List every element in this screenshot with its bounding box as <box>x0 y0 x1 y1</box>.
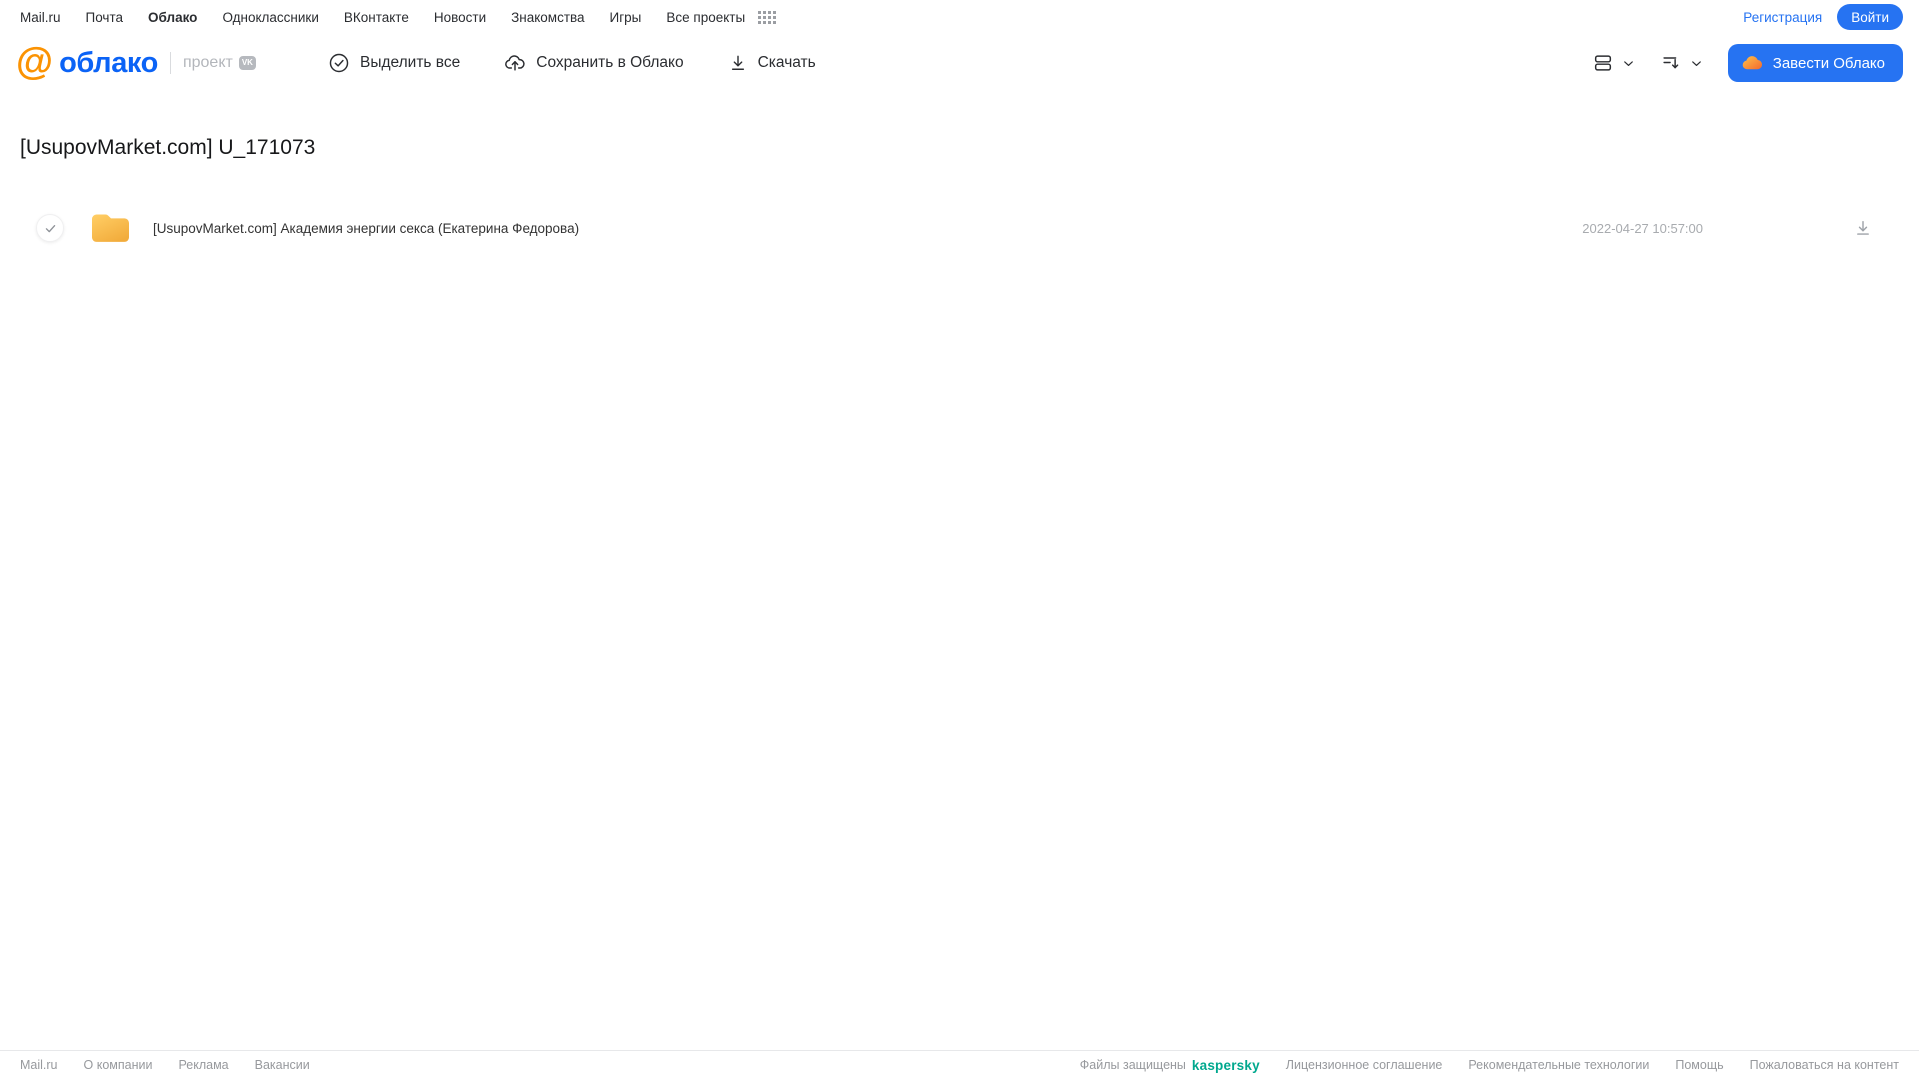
file-row[interactable]: [UsupovMarket.com] Академия энергии секс… <box>20 204 1899 252</box>
folder-icon <box>90 211 131 245</box>
all-projects-grid-icon[interactable] <box>758 10 777 24</box>
registration-link[interactable]: Регистрация <box>1743 10 1822 25</box>
footer-link-o-kompanii[interactable]: О компании <box>84 1058 153 1072</box>
header-bar: @ облако проект VK Выделить все Сохранит… <box>0 34 1919 92</box>
project-vk-label: проект VK <box>169 52 256 74</box>
header-right-controls: Завести Облако <box>1592 44 1903 82</box>
file-toolbar: Выделить все Сохранить в Облако Скачать <box>328 52 816 74</box>
view-mode-icon <box>1592 52 1614 74</box>
file-download-button[interactable] <box>1853 218 1873 238</box>
chevron-down-icon <box>1689 56 1704 71</box>
footer-link-license[interactable]: Лицензионное соглашение <box>1286 1058 1443 1072</box>
topnav-link-novosti[interactable]: Новости <box>434 10 486 25</box>
footer-bar: Mail.ru О компании Реклама Вакансии Файл… <box>0 1050 1919 1079</box>
select-all-button[interactable]: Выделить все <box>328 52 460 74</box>
topnav-link-oblako[interactable]: Облако <box>148 10 197 25</box>
topnav-link-igry[interactable]: Игры <box>610 10 642 25</box>
check-circle-icon <box>328 52 350 74</box>
get-cloud-button[interactable]: Завести Облако <box>1727 44 1903 82</box>
file-date: 2022-04-27 10:57:00 <box>1582 220 1703 236</box>
top-nav-auth: Регистрация Войти <box>1743 4 1903 30</box>
footer-right-links: Файлы защищены kaspersky Лицензионное со… <box>1080 1058 1899 1073</box>
file-name-link[interactable]: [UsupovMarket.com] Академия энергии секс… <box>153 221 579 236</box>
sort-control[interactable] <box>1660 52 1704 74</box>
topnav-link-odnoklassniki[interactable]: Одноклассники <box>222 10 318 25</box>
sort-icon <box>1660 52 1682 74</box>
top-nav-links: Mail.ru Почта Облако Одноклассники ВКонт… <box>20 10 777 25</box>
save-to-cloud-button[interactable]: Сохранить в Облако <box>504 52 684 74</box>
protected-text: Файлы защищены <box>1079 1058 1186 1072</box>
download-button[interactable]: Скачать <box>728 53 816 73</box>
files-protected-label: Файлы защищены kaspersky <box>1080 1058 1260 1073</box>
cloud-logo-text: облако <box>59 46 158 79</box>
chevron-down-icon <box>1621 56 1636 71</box>
login-button[interactable]: Войти <box>1837 4 1903 30</box>
save-to-cloud-label: Сохранить в Облако <box>536 54 684 71</box>
footer-link-report-content[interactable]: Пожаловаться на контент <box>1750 1058 1899 1072</box>
footer-link-vakansii[interactable]: Вакансии <box>255 1058 310 1072</box>
orange-cloud-icon <box>1740 51 1764 75</box>
kaspersky-logo[interactable]: kaspersky <box>1192 1058 1260 1073</box>
top-nav-bar: Mail.ru Почта Облако Одноклассники ВКонт… <box>0 0 1919 34</box>
topnav-link-znakomstva[interactable]: Знакомства <box>511 10 584 25</box>
cloud-upload-icon <box>504 52 526 74</box>
topnav-link-mailru[interactable]: Mail.ru <box>20 10 61 25</box>
footer-left-links: Mail.ru О компании Реклама Вакансии <box>20 1058 310 1072</box>
cloud-logo[interactable]: @ облако проект VK <box>16 41 312 83</box>
get-cloud-label: Завести Облако <box>1772 54 1885 72</box>
project-label-text: проект <box>182 54 233 71</box>
footer-link-help[interactable]: Помощь <box>1675 1058 1723 1072</box>
topnav-link-vkontakte[interactable]: ВКонтакте <box>344 10 409 25</box>
footer-link-mailru[interactable]: Mail.ru <box>20 1058 58 1072</box>
topnav-link-pochta[interactable]: Почта <box>86 10 124 25</box>
select-all-label: Выделить все <box>360 54 461 71</box>
download-label: Скачать <box>757 54 816 71</box>
download-icon <box>728 53 748 73</box>
main-content: [UsupovMarket.com] U_171073 [UsupovMarke… <box>0 136 1919 252</box>
file-checkbox[interactable] <box>36 214 64 242</box>
footer-link-reklama[interactable]: Реклама <box>178 1058 228 1072</box>
footer-link-recommendations[interactable]: Рекомендательные технологии <box>1468 1058 1649 1072</box>
view-mode-control[interactable] <box>1592 52 1636 74</box>
topnav-link-vse-proekty[interactable]: Все проекты <box>666 10 745 25</box>
vk-badge-icon: VK <box>238 56 256 70</box>
mailru-at-icon: @ <box>16 41 54 83</box>
page-title: [UsupovMarket.com] U_171073 <box>20 136 316 159</box>
